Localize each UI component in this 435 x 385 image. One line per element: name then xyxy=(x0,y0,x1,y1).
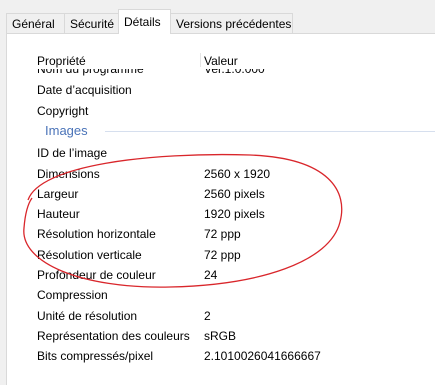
list-item[interactable]: Hauteur 1920 pixels xyxy=(27,204,435,224)
property-name: Résolution verticale xyxy=(37,248,142,262)
tab-general[interactable]: Général xyxy=(6,13,65,33)
list-item[interactable]: Résolution horizontale 72 ppp xyxy=(27,224,435,244)
property-value: 1920 pixels xyxy=(204,207,265,221)
group-divider xyxy=(105,131,435,132)
property-name: Largeur xyxy=(37,187,79,201)
property-name: Hauteur xyxy=(37,207,80,221)
property-value: sRGB xyxy=(204,329,237,343)
tab-securite[interactable]: Sécurité xyxy=(65,13,120,33)
group-label: Images xyxy=(45,123,88,138)
column-header-value[interactable]: Valeur xyxy=(204,54,238,68)
column-divider[interactable] xyxy=(200,53,201,67)
column-header-property[interactable]: Propriété xyxy=(37,54,86,68)
property-name: ID de l’image xyxy=(37,146,108,160)
list-item[interactable]: Date d’acquisition xyxy=(27,80,435,100)
list-item[interactable]: Copyright xyxy=(27,101,435,121)
property-name: Résolution horizontale xyxy=(37,227,156,241)
list-item[interactable]: Dimensions 2560 x 1920 xyxy=(27,164,435,184)
property-name: Compression xyxy=(37,288,108,302)
properties-list[interactable]: Nom du programme Ver.1.0.000 Date d’acqu… xyxy=(27,51,435,385)
property-name: Date d’acquisition xyxy=(37,83,132,97)
list-item[interactable]: Unité de résolution 2 xyxy=(27,306,435,326)
property-value: 2 xyxy=(204,309,211,323)
list-item[interactable]: Bits compressés/pixel 2.1010026041666667 xyxy=(27,346,435,366)
property-name: Unité de résolution xyxy=(37,309,138,323)
list-item[interactable]: Profondeur de couleur 24 xyxy=(27,265,435,285)
column-header: Propriété Valeur xyxy=(27,51,435,69)
property-value: 2560 x 1920 xyxy=(204,167,271,181)
list-item[interactable]: Compression xyxy=(27,285,435,305)
property-name: Représentation des couleurs xyxy=(37,329,190,343)
tab-versions-precedentes[interactable]: Versions précédentes xyxy=(171,13,293,33)
property-value: 2.1010026041666667 xyxy=(204,349,321,363)
property-name: Dimensions xyxy=(37,167,100,181)
property-value: 24 xyxy=(204,268,218,282)
tab-details[interactable]: Détails xyxy=(118,9,171,34)
property-name: Copyright xyxy=(37,104,89,118)
list-item[interactable]: Résolution verticale 72 ppp xyxy=(27,245,435,265)
property-value: 72 ppp xyxy=(204,227,241,241)
property-name: Bits compressés/pixel xyxy=(37,349,154,363)
properties-dialog: Général Sécurité Détails Versions précéd… xyxy=(0,0,435,385)
property-value: 72 ppp xyxy=(204,248,241,262)
details-panel: Nom du programme Ver.1.0.000 Date d’acqu… xyxy=(6,33,435,385)
property-value: 2560 pixels xyxy=(204,187,265,201)
tab-strip: Général Sécurité Détails Versions précéd… xyxy=(0,0,435,34)
list-item[interactable]: Largeur 2560 pixels xyxy=(27,184,435,204)
list-item[interactable]: Représentation des couleurs sRGB xyxy=(27,326,435,346)
list-item[interactable]: ID de l’image xyxy=(27,143,435,163)
property-name: Profondeur de couleur xyxy=(37,268,156,282)
group-header-images[interactable]: Images xyxy=(27,121,435,141)
